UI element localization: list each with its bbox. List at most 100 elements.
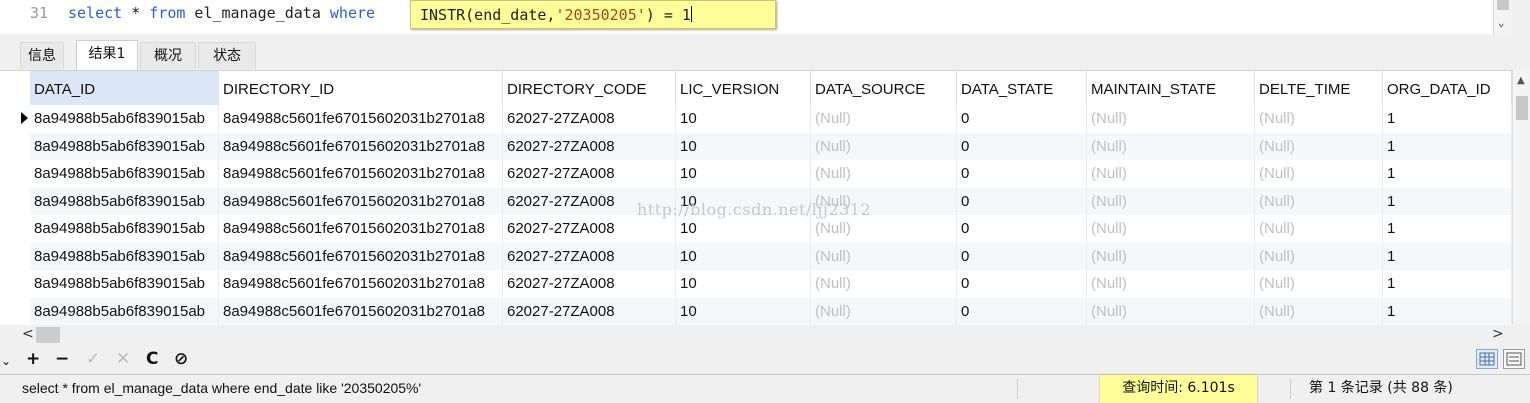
scroll-up-icon[interactable]: ▲ [1517, 75, 1525, 86]
table-cell[interactable]: 1 [1383, 270, 1512, 297]
table-cell[interactable]: 8a94988b5ab6f839015ab [30, 160, 219, 187]
table-cell[interactable]: 10 [676, 132, 811, 160]
row-indicator[interactable] [0, 270, 30, 297]
table-cell[interactable]: 0 [957, 297, 1087, 325]
table-cell[interactable]: (Null) [811, 270, 957, 297]
plus-icon[interactable]: + [26, 348, 40, 370]
table-cell[interactable]: (Null) [1255, 270, 1383, 297]
column-header[interactable]: DATA_SOURCE [811, 71, 957, 105]
table-cell[interactable]: (Null) [1255, 242, 1383, 270]
cross-icon[interactable]: ✕ [116, 348, 130, 370]
table-cell[interactable]: (Null) [1255, 132, 1383, 160]
column-header[interactable]: DATA_ID [30, 71, 219, 105]
table-cell[interactable]: 1 [1383, 242, 1512, 270]
table-cell[interactable]: 0 [957, 270, 1087, 297]
tab-status[interactable]: 状态 [198, 42, 256, 69]
table-cell[interactable]: (Null) [1255, 297, 1383, 325]
table-cell[interactable]: 8a94988c5601fe67015602031b2701a8 [219, 215, 503, 242]
table-cell[interactable]: 8a94988b5ab6f839015ab [30, 132, 219, 160]
table-cell[interactable]: 10 [676, 297, 811, 325]
table-cell[interactable]: 0 [957, 160, 1087, 187]
table-cell[interactable]: (Null) [811, 160, 957, 187]
table-cell[interactable]: 8a94988b5ab6f839015ab [30, 187, 219, 215]
table-cell[interactable]: (Null) [1087, 297, 1255, 325]
row-indicator[interactable] [0, 215, 30, 242]
tab-info[interactable]: 信息 [20, 42, 64, 69]
table-cell[interactable]: 0 [957, 242, 1087, 270]
column-header[interactable]: DIRECTORY_ID [219, 71, 503, 105]
table-cell[interactable]: 1 [1383, 160, 1512, 187]
row-indicator[interactable] [0, 160, 30, 187]
row-indicator[interactable] [0, 188, 30, 215]
grid-view-icon[interactable] [1476, 349, 1498, 369]
table-cell[interactable]: 1 [1383, 132, 1512, 160]
chevron-down-icon[interactable]: ⌄ [1, 350, 11, 372]
row-indicator[interactable] [0, 133, 30, 160]
table-cell[interactable]: 8a94988c5601fe67015602031b2701a8 [219, 297, 503, 325]
result-grid[interactable]: DATA_ID DIRECTORY_ID DIRECTORY_CODE LIC_VER… [0, 70, 1512, 325]
table-cell[interactable]: 8a94988c5601fe67015602031b2701a8 [219, 160, 503, 187]
scroll-right-icon[interactable]: > [1492, 326, 1504, 342]
table-cell[interactable]: (Null) [1087, 132, 1255, 160]
form-view-icon[interactable] [1503, 349, 1525, 369]
grid-vertical-scrollbar[interactable]: ▲ [1512, 70, 1530, 324]
table-cell[interactable]: (Null) [1087, 160, 1255, 187]
table-cell[interactable]: 62027-27ZA008 [503, 132, 676, 160]
editor-scroll-thumb[interactable] [1497, 0, 1509, 10]
table-cell[interactable]: 8a94988c5601fe67015602031b2701a8 [219, 132, 503, 160]
table-cell[interactable]: (Null) [811, 132, 957, 160]
column-header[interactable]: MAINTAIN_STATE [1087, 71, 1255, 105]
table-cell[interactable]: 8a94988b5ab6f839015ab [30, 297, 219, 325]
grid-hscroll-thumb[interactable] [36, 327, 60, 343]
check-icon[interactable]: ✓ [86, 348, 100, 370]
table-cell[interactable]: 10 [676, 215, 811, 242]
table-cell[interactable]: (Null) [811, 215, 957, 242]
autocomplete-tooltip[interactable]: INSTR(end_date,'20350205') = 1 [410, 0, 776, 29]
table-cell[interactable]: (Null) [1087, 105, 1255, 132]
table-cell[interactable]: 8a94988b5ab6f839015ab [30, 215, 219, 242]
tab-result1[interactable]: 结果1 [76, 40, 138, 70]
table-cell[interactable]: 62027-27ZA008 [503, 297, 676, 325]
table-cell[interactable]: (Null) [1087, 242, 1255, 270]
table-cell[interactable]: 1 [1383, 187, 1512, 215]
stop-icon[interactable]: ⊘ [174, 348, 188, 370]
table-cell[interactable]: 10 [676, 105, 811, 132]
table-cell[interactable]: 0 [957, 215, 1087, 242]
tab-overview[interactable]: 概况 [140, 42, 196, 69]
table-cell[interactable]: (Null) [1255, 160, 1383, 187]
table-cell[interactable]: 62027-27ZA008 [503, 215, 676, 242]
table-cell[interactable]: 8a94988c5601fe67015602031b2701a8 [219, 270, 503, 297]
table-cell[interactable]: 62027-27ZA008 [503, 105, 676, 132]
table-cell[interactable]: 8a94988b5ab6f839015ab [30, 242, 219, 270]
table-cell[interactable]: 62027-27ZA008 [503, 270, 676, 297]
table-cell[interactable]: 8a94988b5ab6f839015ab [30, 105, 219, 132]
row-indicator[interactable] [0, 298, 30, 325]
table-cell[interactable]: 8a94988c5601fe67015602031b2701a8 [219, 187, 503, 215]
table-cell[interactable]: (Null) [1087, 215, 1255, 242]
table-cell[interactable]: 1 [1383, 105, 1512, 132]
refresh-icon[interactable]: C [146, 348, 158, 370]
table-cell[interactable]: 62027-27ZA008 [503, 160, 676, 187]
table-cell[interactable]: 10 [676, 242, 811, 270]
column-header[interactable]: DIRECTORY_CODE [503, 71, 676, 105]
table-cell[interactable]: 1 [1383, 215, 1512, 242]
table-cell[interactable]: 1 [1383, 297, 1512, 325]
table-cell[interactable]: (Null) [1087, 187, 1255, 215]
table-cell[interactable]: 8a94988c5601fe67015602031b2701a8 [219, 242, 503, 270]
grid-vscroll-thumb[interactable] [1516, 96, 1528, 120]
table-cell[interactable]: (Null) [1255, 187, 1383, 215]
row-indicator[interactable] [0, 243, 30, 270]
table-cell[interactable]: 8a94988b5ab6f839015ab [30, 270, 219, 297]
table-cell[interactable]: (Null) [811, 105, 957, 132]
table-cell[interactable]: 10 [676, 270, 811, 297]
table-cell[interactable]: 0 [957, 187, 1087, 215]
row-indicator[interactable] [0, 105, 30, 132]
minus-icon[interactable]: − [55, 348, 69, 370]
table-cell[interactable]: (Null) [811, 297, 957, 325]
table-cell[interactable]: (Null) [1255, 105, 1383, 132]
column-header[interactable]: ORG_DATA_ID [1383, 71, 1512, 105]
chevron-down-icon[interactable]: ⌄ [1498, 16, 1505, 29]
sql-code-line[interactable]: select * from el_manage_data where [68, 4, 375, 22]
column-header[interactable]: DATA_STATE [957, 71, 1087, 105]
table-cell[interactable]: (Null) [1087, 270, 1255, 297]
